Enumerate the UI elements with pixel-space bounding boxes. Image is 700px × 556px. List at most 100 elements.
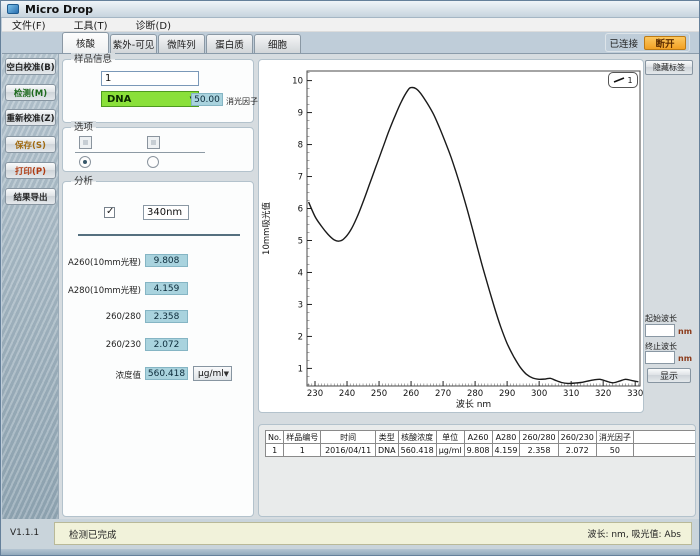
col-time: 时间 <box>321 431 376 444</box>
options-title: 选项 <box>71 121 96 134</box>
col-no: No. <box>266 431 284 444</box>
svg-text:9: 9 <box>298 109 303 119</box>
disconnect-button[interactable]: 断开 <box>644 36 686 50</box>
ratio-260-280-label: 260/280 <box>57 312 141 322</box>
svg-text:8: 8 <box>298 141 303 151</box>
sample-type-select[interactable]: DNA ▼ <box>101 91 199 107</box>
cell-a280: 4.159 <box>492 444 520 457</box>
menu-bar: 文件(F) 工具(T) 诊断(D) <box>2 18 700 32</box>
cell-factor: 50 <box>596 444 633 457</box>
hide-labels-button[interactable]: 隐藏标签 <box>645 60 693 75</box>
end-wavelength-input[interactable] <box>645 351 675 364</box>
cell-time: 2016/04/11 <box>321 444 376 457</box>
unit-select[interactable]: μg/ml ▼ <box>193 366 232 381</box>
blank-calibration-button[interactable]: 空白校准(B) <box>5 58 56 75</box>
svg-text:10mm吸光值: 10mm吸光值 <box>261 202 272 255</box>
tab-uv-vis[interactable]: 紫外-可见 <box>110 34 157 53</box>
tab-microarray[interactable]: 微阵列 <box>158 34 205 53</box>
option-checkbox-2[interactable] <box>147 136 160 149</box>
unit-value: μg/ml <box>198 369 224 379</box>
col-a260: A260 <box>464 431 492 444</box>
option-radio-1[interactable] <box>79 156 91 168</box>
spectrum-chart: 2302402502602702802903003103203301234567… <box>258 59 644 413</box>
recalibrate-button[interactable]: 重新校准(Z) <box>5 109 56 126</box>
svg-text:240: 240 <box>339 389 355 399</box>
start-wavelength-label: 起始波长 <box>645 313 677 324</box>
tab-strip: 核酸 紫外-可见 微阵列 蛋白质 细胞 已连接 断开 <box>2 32 700 53</box>
legend-series-button[interactable]: 1 <box>608 72 638 88</box>
svg-text:波长 nm: 波长 nm <box>456 398 491 410</box>
svg-text:290: 290 <box>499 389 515 399</box>
svg-text:10: 10 <box>292 77 303 87</box>
svg-text:3: 3 <box>298 300 303 310</box>
status-message-bar: 检测已完成 波长: nm, 吸光值: Abs <box>54 522 692 545</box>
app-window: Micro Drop 文件(F) 工具(T) 诊断(D) 核酸 紫外-可见 微阵… <box>0 0 700 556</box>
col-a280: A280 <box>492 431 520 444</box>
tab-cell[interactable]: 细胞 <box>254 34 301 53</box>
table-row[interactable]: 1 1 2016/04/11 DNA 560.418 μg/ml 9.808 4… <box>266 444 696 457</box>
svg-text:270: 270 <box>435 389 451 399</box>
col-260-280: 260/280 <box>520 431 558 444</box>
svg-text:7: 7 <box>298 173 303 183</box>
options-group: 选项 <box>62 127 254 172</box>
option-radio-2[interactable] <box>147 156 159 168</box>
legend-series-label: 1 <box>627 76 632 85</box>
extinction-factor-label: 消光因子 <box>226 96 258 107</box>
show-button[interactable]: 显示 <box>647 368 691 383</box>
cell-unit: μg/ml <box>436 444 464 457</box>
title-bar: Micro Drop <box>1 1 699 18</box>
start-wavelength-input[interactable] <box>645 324 675 337</box>
sample-type-value: DNA <box>107 94 131 105</box>
a260-label: A260(10mm光程) <box>57 256 141 268</box>
print-button[interactable]: 打印(P) <box>5 162 56 179</box>
analysis-group: 分析 A260(10mm光程) 9.808 A280(10mm光程) 4.159… <box>62 181 254 517</box>
col-factor: 消光因子 <box>596 431 633 444</box>
col-sample-id: 样品编号 <box>284 431 321 444</box>
svg-text:6: 6 <box>298 205 303 215</box>
menu-file[interactable]: 文件(F) <box>12 17 46 32</box>
tab-protein[interactable]: 蛋白质 <box>206 34 253 53</box>
a280-label: A280(10mm光程) <box>57 284 141 296</box>
connection-status: 已连接 <box>609 36 638 50</box>
svg-text:280: 280 <box>467 389 483 399</box>
svg-text:330: 330 <box>627 389 643 399</box>
col-type: 类型 <box>375 431 398 444</box>
option-checkbox-1[interactable] <box>79 136 92 149</box>
svg-text:2: 2 <box>298 332 303 342</box>
sample-info-group: 样品信息 DNA ▼ 50.00 消光因子 <box>62 59 254 123</box>
tab-nucleic-acid[interactable]: 核酸 <box>62 32 109 53</box>
wavelength-input[interactable] <box>143 205 189 220</box>
analysis-title: 分析 <box>71 175 96 188</box>
svg-text:5: 5 <box>298 236 303 246</box>
col-filler <box>633 431 695 444</box>
cell-a260: 9.808 <box>464 444 492 457</box>
sidebar: 空白校准(B) 检测(M) 重新校准(Z) 保存(S) 打印(P) 结果导出 <box>2 54 59 520</box>
cell-filler <box>633 444 695 457</box>
ratio-260-230-value: 2.072 <box>145 338 188 351</box>
col-concentration: 核酸浓度 <box>398 431 436 444</box>
window-title: Micro Drop <box>25 3 93 16</box>
sample-id-input[interactable] <box>101 71 199 86</box>
window-bottom-edge <box>1 549 700 556</box>
wavelength-checkbox[interactable] <box>104 207 115 218</box>
connection-area: 已连接 断开 <box>605 33 690 52</box>
cell-sample-id: 1 <box>284 444 321 457</box>
save-button[interactable]: 保存(S) <box>5 136 56 153</box>
end-nm-label: nm <box>678 354 692 363</box>
export-results-button[interactable]: 结果导出 <box>5 188 56 205</box>
menu-tools[interactable]: 工具(T) <box>74 17 108 32</box>
results-table: No. 样品编号 时间 类型 核酸浓度 单位 A260 A280 260/280… <box>265 430 695 457</box>
col-unit: 单位 <box>436 431 464 444</box>
svg-text:300: 300 <box>531 389 547 399</box>
cell-no: 1 <box>266 444 284 457</box>
main-content: 空白校准(B) 检测(M) 重新校准(Z) 保存(S) 打印(P) 结果导出 样… <box>2 53 700 519</box>
a260-value: 9.808 <box>145 254 188 267</box>
svg-text:230: 230 <box>307 389 323 399</box>
concentration-value: 560.418 <box>145 367 188 380</box>
svg-text:320: 320 <box>595 389 611 399</box>
measure-button[interactable]: 检测(M) <box>5 84 56 101</box>
version-label: V1.1.1 <box>10 528 39 538</box>
menu-diagnostics[interactable]: 诊断(D) <box>135 17 171 32</box>
col-260-230: 260/230 <box>558 431 596 444</box>
svg-text:4: 4 <box>298 268 303 278</box>
